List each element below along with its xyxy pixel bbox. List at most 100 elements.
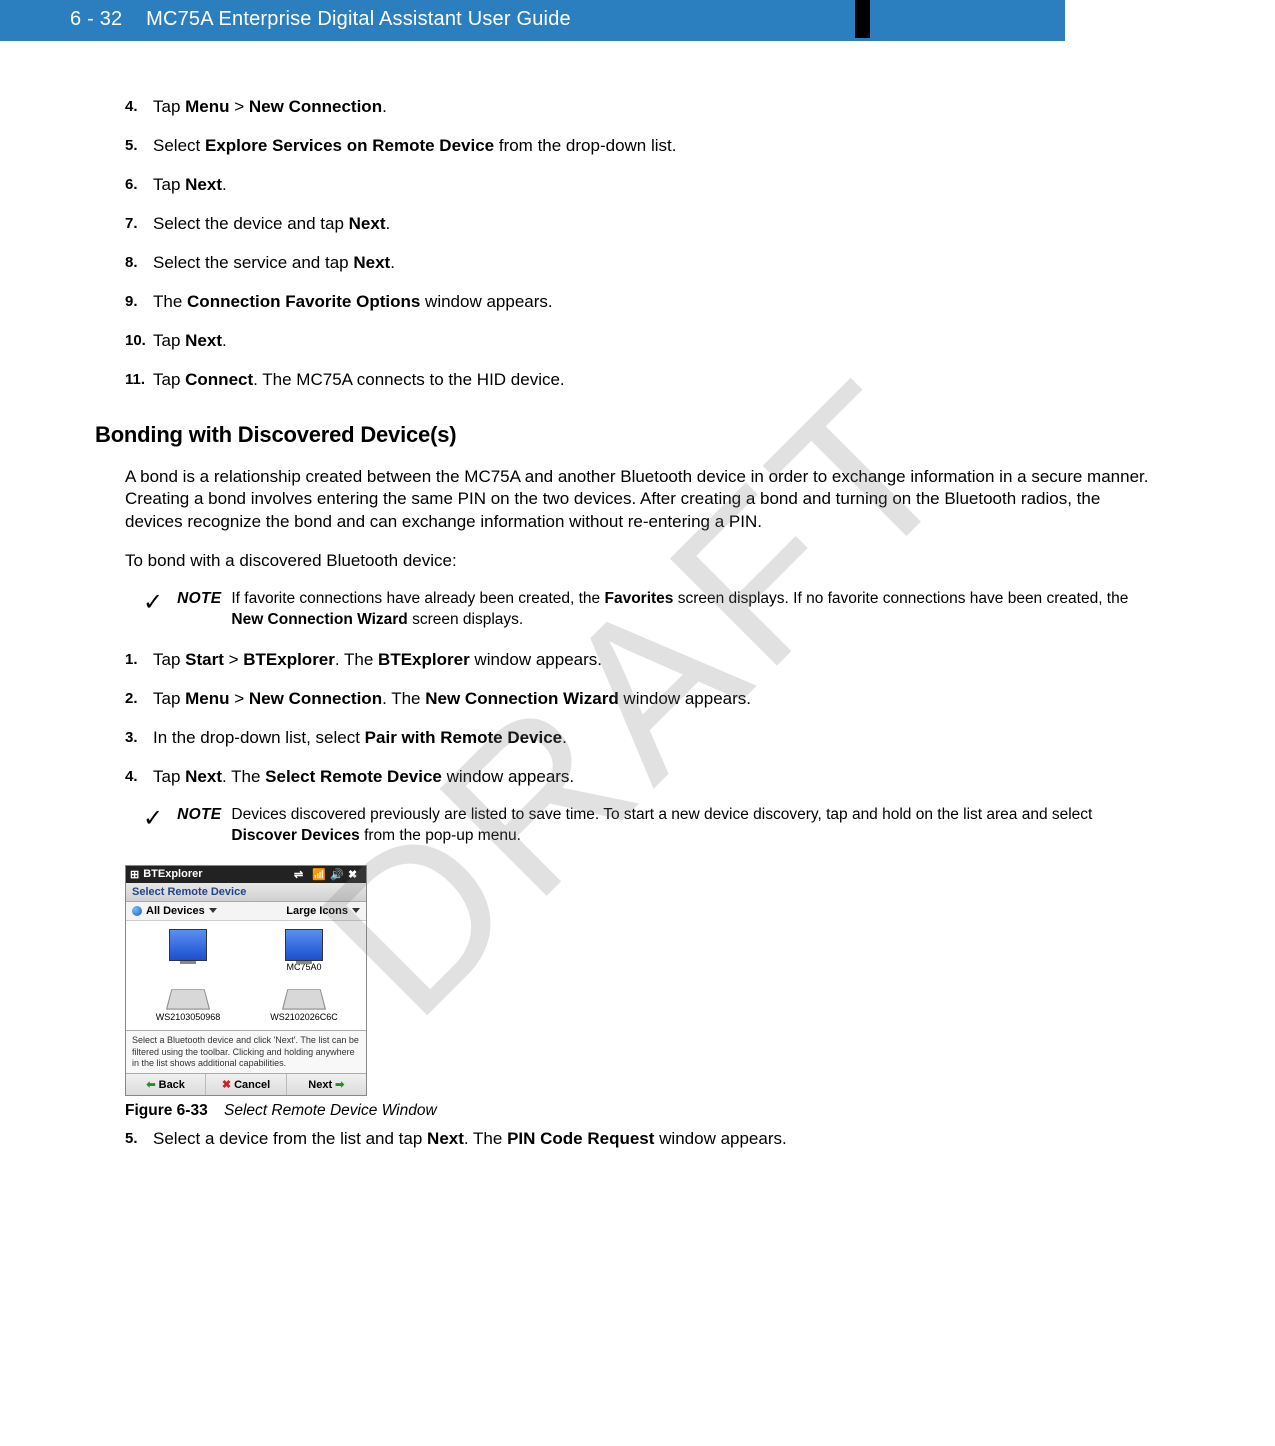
laptop-icon <box>282 989 326 1009</box>
list-text: Tap Menu > New Connection. The New Conne… <box>153 688 1155 711</box>
list-number: 5. <box>125 1128 153 1151</box>
laptop-icon <box>166 989 210 1009</box>
computer-icon <box>169 929 207 961</box>
list-item: 4.Tap Menu > New Connection. <box>125 96 1155 119</box>
list-item: 4.Tap Next. The Select Remote Device win… <box>125 766 1155 789</box>
device-item[interactable]: MC75A0 <box>250 929 358 973</box>
list-number: 4. <box>125 766 153 789</box>
list-text: Tap Next. <box>153 174 1155 197</box>
list-number: 4. <box>125 96 153 119</box>
button-bar: ⬅ Back ✖ Cancel Next ➡ <box>126 1073 366 1095</box>
chevron-down-icon <box>352 908 360 913</box>
list-item: 10.Tap Next. <box>125 330 1155 353</box>
list-text: Select the service and tap Next. <box>153 252 1155 275</box>
back-button[interactable]: ⬅ Back <box>126 1074 206 1095</box>
list-text: Tap Start > BTExplorer. The BTExplorer w… <box>153 649 1155 672</box>
page-header: 6 - 32 MC75A Enterprise Digital Assistan… <box>0 0 1065 41</box>
list-text: In the drop-down list, select Pair with … <box>153 727 1155 750</box>
list-text: Tap Next. The Select Remote Device windo… <box>153 766 1155 789</box>
signal-icon[interactable]: 📶 <box>312 868 326 880</box>
list-number: 11. <box>125 369 153 392</box>
page: DRAFT 6 - 32 MC75A Enterprise Digital As… <box>0 0 1275 1446</box>
note-label: NOTE <box>177 805 221 847</box>
device-item[interactable]: WS2102026C6C <box>250 979 358 1023</box>
list-number: 7. <box>125 213 153 236</box>
view-label: Large Icons <box>286 905 348 917</box>
paragraph-bond-desc: A bond is a relationship created between… <box>125 466 1155 535</box>
list-item: 6.Tap Next. <box>125 174 1155 197</box>
ordered-list-2: 1.Tap Start > BTExplorer. The BTExplorer… <box>125 649 1155 789</box>
list-item: 2.Tap Menu > New Connection. The New Con… <box>125 688 1155 711</box>
device-label: WS2103050968 <box>156 1013 221 1023</box>
list-text: Select the device and tap Next. <box>153 213 1155 236</box>
list-number: 5. <box>125 135 153 158</box>
list-text: Tap Connect. The MC75A connects to the H… <box>153 369 1155 392</box>
list-item: 5.Select a device from the list and tap … <box>125 1128 1155 1151</box>
view-dropdown[interactable]: Large Icons <box>286 905 360 917</box>
next-button[interactable]: Next ➡ <box>287 1074 366 1095</box>
next-arrow-icon: ➡ <box>335 1078 344 1091</box>
list-text: Tap Next. <box>153 330 1155 353</box>
note-label: NOTE <box>177 589 221 631</box>
windows-start-icon[interactable]: ⊞ <box>130 868 139 881</box>
list-number: 9. <box>125 291 153 314</box>
figure-title: Select Remote Device Window <box>224 1102 437 1119</box>
toolbar: All Devices Large Icons <box>126 902 366 921</box>
note-favorites: ✓ NOTE If favorite connections have alre… <box>143 589 1155 631</box>
ordered-list-3: 5.Select a device from the list and tap … <box>125 1128 1155 1151</box>
check-icon: ✓ <box>143 807 177 849</box>
list-text: Select Explore Services on Remote Device… <box>153 135 1155 158</box>
figure-label: Figure 6-33 <box>125 1102 208 1119</box>
cancel-label: Cancel <box>234 1079 270 1091</box>
list-item: 3.In the drop-down list, select Pair wit… <box>125 727 1155 750</box>
device-item[interactable]: WS2103050968 <box>134 979 242 1023</box>
cancel-button[interactable]: ✖ Cancel <box>206 1074 286 1095</box>
titlebar: ⊞ BTExplorer ⇌ 📶 🔊 ✖ <box>126 866 366 883</box>
list-item: 5.Select Explore Services on Remote Devi… <box>125 135 1155 158</box>
btexplorer-window: ⊞ BTExplorer ⇌ 📶 🔊 ✖ Select Remote Devic… <box>125 865 367 1097</box>
list-text: Select a device from the list and tap Ne… <box>153 1128 1155 1151</box>
window-subheader: Select Remote Device <box>126 883 366 902</box>
device-item[interactable] <box>134 929 242 973</box>
back-arrow-icon: ⬅ <box>146 1078 155 1091</box>
note-discover: ✓ NOTE Devices discovered previously are… <box>143 805 1155 847</box>
doc-title: MC75A Enterprise Digital Assistant User … <box>146 8 571 30</box>
list-number: 1. <box>125 649 153 672</box>
figure-btexplorer: ⊞ BTExplorer ⇌ 📶 🔊 ✖ Select Remote Devic… <box>125 865 1155 1121</box>
list-number: 3. <box>125 727 153 750</box>
list-number: 8. <box>125 252 153 275</box>
check-icon: ✓ <box>143 591 177 633</box>
section-heading: Bonding with Discovered Device(s) <box>95 422 1155 448</box>
header-tab-mark <box>855 0 870 38</box>
device-label: MC75A0 <box>286 963 321 973</box>
cancel-x-icon: ✖ <box>222 1078 231 1091</box>
list-item: 9.The Connection Favorite Options window… <box>125 291 1155 314</box>
window-title: BTExplorer <box>143 868 202 880</box>
page-number: 6 - 32 <box>70 8 122 30</box>
list-number: 10. <box>125 330 153 353</box>
info-panel: Select a Bluetooth device and click 'Nex… <box>126 1030 366 1073</box>
filter-dropdown[interactable]: All Devices <box>132 905 217 917</box>
list-item: 1.Tap Start > BTExplorer. The BTExplorer… <box>125 649 1155 672</box>
figure-caption: Figure 6-33 Select Remote Device Window <box>125 1102 1155 1120</box>
computer-icon <box>285 929 323 961</box>
device-grid[interactable]: MC75A0 WS2103050968 WS2102026C6C <box>126 921 366 1031</box>
list-item: 11.Tap Connect. The MC75A connects to th… <box>125 369 1155 392</box>
list-text: The Connection Favorite Options window a… <box>153 291 1155 314</box>
list-number: 2. <box>125 688 153 711</box>
note-text: Devices discovered previously are listed… <box>231 805 1155 847</box>
list-number: 6. <box>125 174 153 197</box>
close-icon[interactable]: ✖ <box>348 868 362 880</box>
paragraph-bond-intro: To bond with a discovered Bluetooth devi… <box>125 550 1155 573</box>
speaker-icon[interactable]: 🔊 <box>330 868 344 880</box>
connectivity-icon[interactable]: ⇌ <box>294 868 308 880</box>
page-content: 4.Tap Menu > New Connection.5.Select Exp… <box>0 41 1275 1151</box>
list-item: 8.Select the service and tap Next. <box>125 252 1155 275</box>
list-item: 7.Select the device and tap Next. <box>125 213 1155 236</box>
note-text: If favorite connections have already bee… <box>231 589 1155 631</box>
device-label: WS2102026C6C <box>270 1013 338 1023</box>
next-label: Next <box>308 1079 332 1091</box>
back-label: Back <box>159 1079 185 1091</box>
bluetooth-icon <box>132 906 142 916</box>
list-text: Tap Menu > New Connection. <box>153 96 1155 119</box>
